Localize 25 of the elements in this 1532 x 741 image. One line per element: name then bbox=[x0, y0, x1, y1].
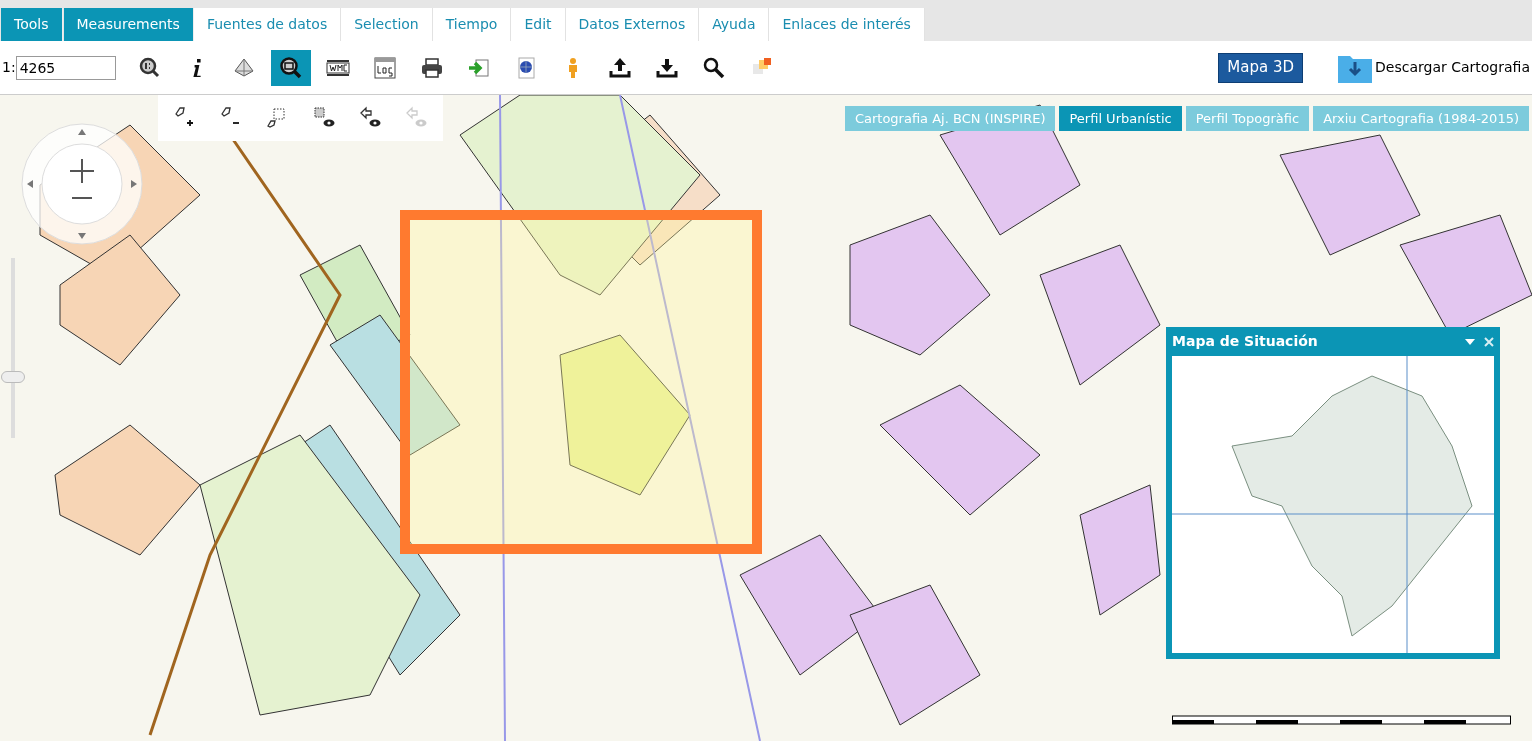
menu-tab[interactable]: Ayuda bbox=[699, 8, 770, 41]
log-icon bbox=[372, 55, 397, 80]
menu-tab[interactable]: Enlaces de interés bbox=[769, 8, 925, 41]
scale-prefix: 1: bbox=[2, 58, 16, 77]
menu-tab[interactable]: Selection bbox=[341, 8, 433, 41]
menu-tab[interactable]: Tools bbox=[1, 8, 63, 41]
download-cartography-link[interactable]: Descargar Cartografia bbox=[1375, 57, 1530, 78]
menu-tab[interactable]: Measurements bbox=[63, 8, 194, 41]
person-icon bbox=[568, 57, 577, 78]
search-icon bbox=[701, 55, 726, 80]
zoom-box-tool[interactable] bbox=[270, 49, 311, 86]
info-icon bbox=[192, 58, 201, 77]
panel-title: Mapa de Situación bbox=[1172, 332, 1319, 351]
map-3d-button[interactable]: Mapa 3D bbox=[1218, 52, 1304, 83]
scale-input[interactable]: 4265 bbox=[15, 55, 116, 80]
menu-tab[interactable]: Edit bbox=[511, 8, 566, 41]
printer-icon bbox=[419, 55, 444, 80]
layer-tab[interactable]: Perfil Urbanístic bbox=[1059, 106, 1182, 131]
close-icon[interactable] bbox=[1484, 336, 1494, 347]
menu-tab[interactable]: Fuentes de datos bbox=[193, 8, 342, 41]
zoom-box-icon bbox=[278, 55, 303, 80]
zoom-scale-icon bbox=[137, 55, 162, 80]
menu-tab[interactable]: Tiempo bbox=[432, 8, 512, 41]
menu-tab[interactable]: Datos Externos bbox=[565, 8, 700, 41]
pan-zoom-control[interactable] bbox=[20, 122, 144, 246]
